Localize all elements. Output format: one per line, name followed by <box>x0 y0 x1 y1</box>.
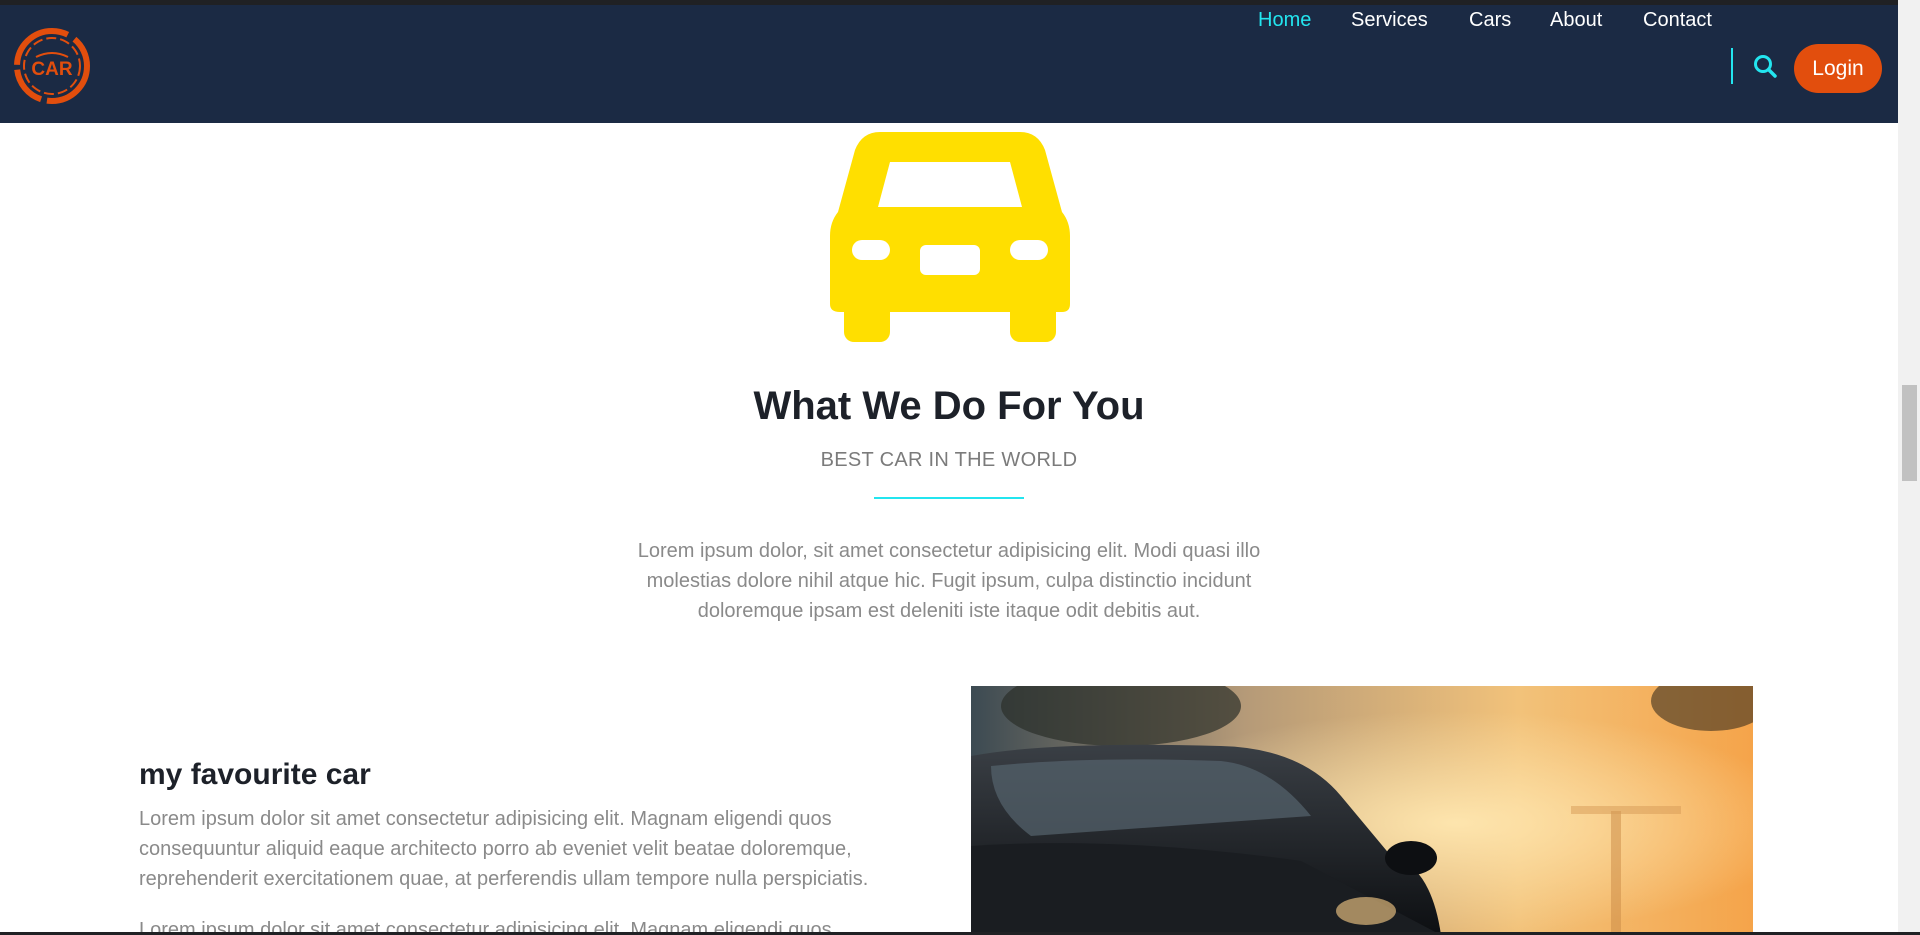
scrollbar-thumb[interactable] <box>1902 385 1917 481</box>
nav-divider <box>1731 48 1733 84</box>
favourite-paragraph-1: Lorem ipsum dolor sit amet consectetur a… <box>139 808 869 890</box>
brand-logo[interactable]: CAR <box>12 25 92 107</box>
search-icon[interactable] <box>1752 53 1778 79</box>
logo-text: CAR <box>31 59 72 80</box>
section-description: Lorem ipsum dolor, sit amet consectetur … <box>637 540 1261 622</box>
section-title: What We Do For You <box>753 384 1145 428</box>
favourite-car-image <box>971 686 1753 935</box>
nav-services[interactable]: Services <box>1351 5 1428 35</box>
favourite-title: my favourite car <box>139 758 371 791</box>
car-icon <box>830 132 1070 342</box>
nav-contact[interactable]: Contact <box>1643 5 1712 35</box>
nav-about[interactable]: About <box>1550 5 1602 35</box>
section-subtitle: BEST CAR IN THE WORLD <box>820 449 1078 471</box>
login-button[interactable]: Login <box>1794 44 1882 93</box>
page-scrollbar[interactable] <box>1898 0 1920 935</box>
nav-cars[interactable]: Cars <box>1469 5 1511 35</box>
section-divider <box>874 497 1024 499</box>
navbar: CAR Home Services Cars About Contact Log… <box>0 5 1898 123</box>
nav-home[interactable]: Home <box>1258 5 1311 35</box>
